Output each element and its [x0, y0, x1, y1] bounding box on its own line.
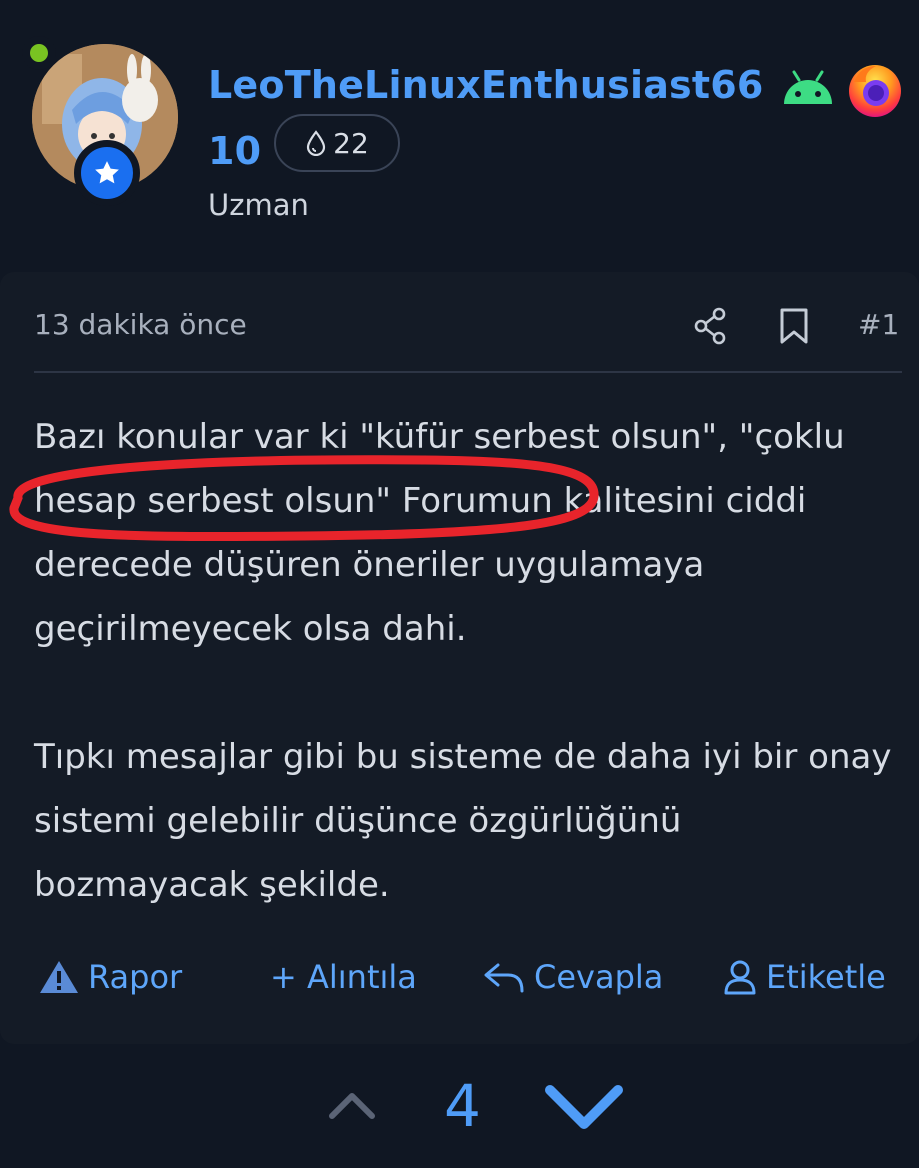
quote-button[interactable]: + Alıntıla [270, 946, 417, 1008]
author-name-line1: LeoTheLinuxEnthusiast66 [208, 63, 764, 107]
warning-icon [40, 961, 78, 993]
reaction-count: 22 [333, 126, 369, 160]
downvote-chevron-icon[interactable] [542, 1080, 626, 1134]
vote-count: 4 [444, 1072, 481, 1140]
post-actions: Rapor + Alıntıla Cevapla Etiketle [0, 946, 919, 1008]
avatar[interactable] [22, 36, 178, 206]
vote-control: 4 [0, 1068, 919, 1144]
post-divider [34, 371, 902, 373]
reply-label: Cevapla [534, 958, 664, 996]
upvote-chevron-icon[interactable] [326, 1088, 378, 1122]
tag-label: Etiketle [766, 958, 886, 996]
share-icon[interactable] [692, 306, 728, 346]
reply-icon [484, 963, 524, 993]
post-paragraph: Bazı konular var ki "küfür serbest olsun… [34, 417, 845, 649]
post-body: Bazı konular var ki "küfür serbest olsun… [34, 405, 904, 917]
post-timestamp[interactable]: 13 dakika önce [34, 308, 247, 341]
drop-icon [307, 130, 326, 156]
reaction-score-pill: 22 [274, 114, 400, 172]
report-label: Rapor [88, 958, 183, 996]
star-badge-icon [74, 140, 140, 206]
tag-button[interactable]: Etiketle [722, 946, 886, 1008]
post-number-link[interactable]: #1 [858, 308, 899, 341]
report-button[interactable]: Rapor [38, 946, 182, 1008]
post-author-header: LeoTheLinuxEnthusiast66 10 22 Uzman [0, 0, 919, 270]
reply-button[interactable]: Cevapla [482, 946, 663, 1008]
firefox-icon [849, 65, 901, 117]
online-status-dot [22, 36, 56, 70]
bookmark-icon[interactable] [778, 306, 810, 346]
quote-label: + Alıntıla [270, 958, 417, 996]
post-paragraph: Tıpkı mesajlar gibi bu sisteme de daha i… [34, 737, 892, 905]
android-icon [784, 70, 832, 104]
user-title: Uzman [208, 188, 309, 222]
user-icon [724, 960, 756, 995]
